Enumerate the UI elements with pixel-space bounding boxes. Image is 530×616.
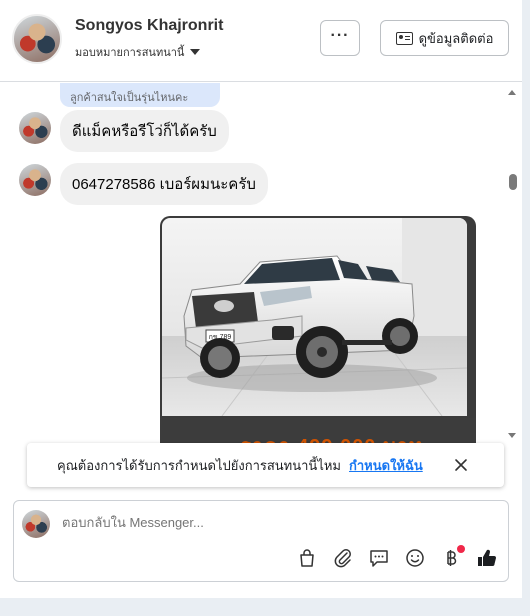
reply-composer — [13, 500, 509, 582]
page-avatar — [22, 510, 50, 538]
like-icon[interactable] — [476, 547, 498, 569]
assign-dropdown[interactable]: มอบหมายการสนทนานี้ — [75, 43, 201, 61]
notice-text: คุณต้องการได้รับการกำหนดไปยังการสนทนานี้… — [57, 457, 341, 473]
contact-card-icon — [395, 31, 413, 45]
scroll-thumb[interactable] — [509, 174, 517, 190]
conversation-panel: Songyos Khajronrit มอบหมายการสนทนานี้ ··… — [0, 0, 522, 598]
message-list[interactable]: ลูกค้าสนใจเป็นรุ่นไหนคะ ดีแม็คหรือรีโว่ก… — [0, 83, 522, 443]
quoted-reply: ลูกค้าสนใจเป็นรุ่นไหนคะ — [60, 83, 220, 107]
more-options-button[interactable]: ··· — [320, 20, 360, 56]
emoji-icon[interactable] — [404, 547, 426, 569]
reply-input[interactable] — [62, 515, 482, 530]
sender-avatar[interactable] — [19, 112, 51, 144]
caret-down-icon — [190, 49, 201, 55]
assign-label: มอบหมายการสนทนานี้ — [75, 47, 185, 59]
saved-reply-icon[interactable] — [368, 547, 390, 569]
car-photo: กข 789 — [162, 218, 467, 416]
sender-avatar[interactable] — [19, 164, 51, 196]
avatar[interactable] — [12, 14, 62, 64]
message-bubble[interactable]: ดีแม็คหรือรีโว่ก็ได้ครับ — [60, 110, 229, 152]
notification-dot — [457, 545, 465, 553]
paperclip-icon[interactable] — [332, 547, 354, 569]
message-bubble[interactable]: 0647278586 เบอร์ผมนะครับ — [60, 163, 268, 205]
image-attachment[interactable]: กข 789 ราคา 499,000 บาท — [160, 216, 476, 443]
assignment-notice: คุณต้องการได้รับการกำหนดไปยังการสนทนานี้… — [27, 443, 504, 487]
conversation-header: Songyos Khajronrit มอบหมายการสนทนานี้ ··… — [0, 0, 522, 82]
close-icon[interactable] — [453, 457, 469, 473]
scroll-down-arrow-icon[interactable] — [508, 433, 516, 438]
price-strip: ราคา 499,000 บาท — [160, 418, 476, 443]
scroll-up-arrow-icon[interactable] — [508, 90, 516, 95]
price-text: ราคา 499,000 บาท — [240, 430, 423, 443]
shopping-bag-icon[interactable] — [296, 547, 318, 569]
view-contact-label: ดูข้อมูลติดต่อ — [418, 30, 494, 46]
contact-name[interactable]: Songyos Khajronrit — [75, 17, 223, 35]
view-contact-button[interactable]: ดูข้อมูลติดต่อ — [380, 20, 509, 56]
message-scrollbar[interactable] — [508, 90, 518, 440]
assign-to-me-link[interactable]: กำหนดให้ฉัน — [349, 455, 423, 476]
